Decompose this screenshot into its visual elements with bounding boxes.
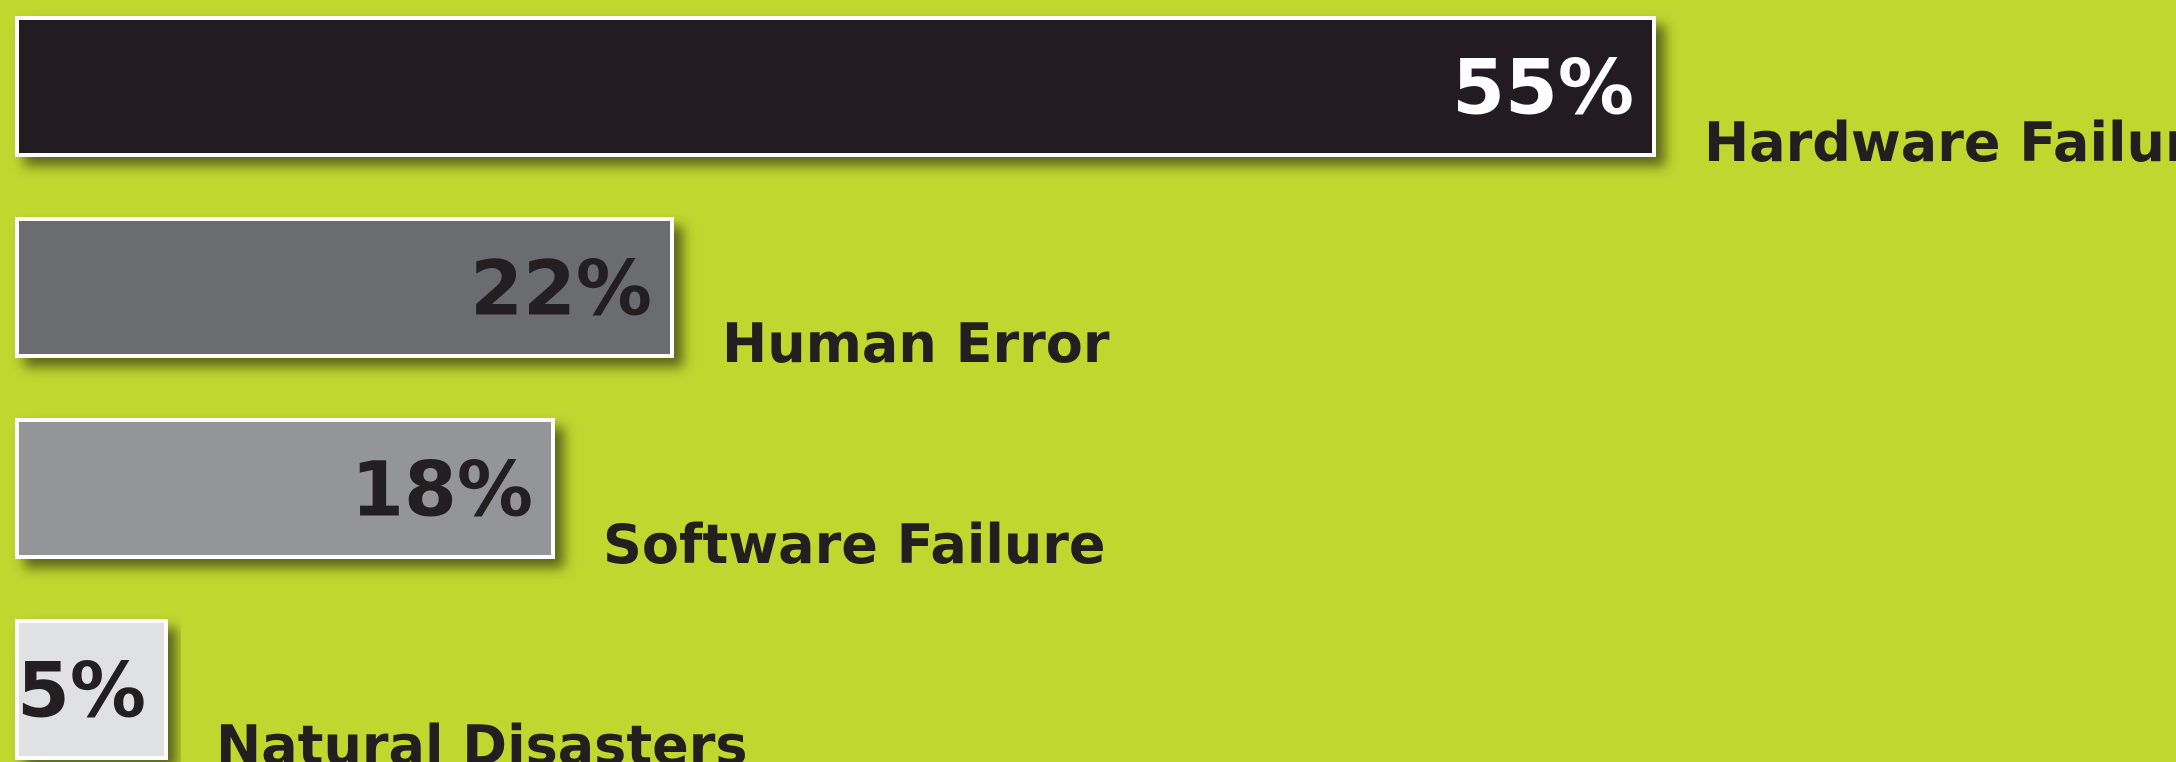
bar-chart: 55% Hardware Failure 22% Human Error 18% Soft… (0, 0, 2176, 762)
category-label-software-failure: Software Failure (603, 513, 1106, 576)
category-label-hardware-failure: Hardware Failure (1704, 111, 2176, 174)
value-label-software-failure: 18% (351, 445, 533, 534)
category-label-natural-disasters: Natural Disasters (216, 714, 748, 762)
value-label-natural-disasters: 5% (17, 646, 146, 735)
chart-root: 55% Hardware Failure 22% Human Error 18% Soft… (0, 0, 2176, 762)
value-label-hardware-failure: 55% (1452, 43, 1634, 132)
category-label-human-error: Human Error (722, 312, 1110, 375)
bar-hardware-failure (15, 16, 1656, 157)
value-label-human-error: 22% (470, 244, 652, 333)
